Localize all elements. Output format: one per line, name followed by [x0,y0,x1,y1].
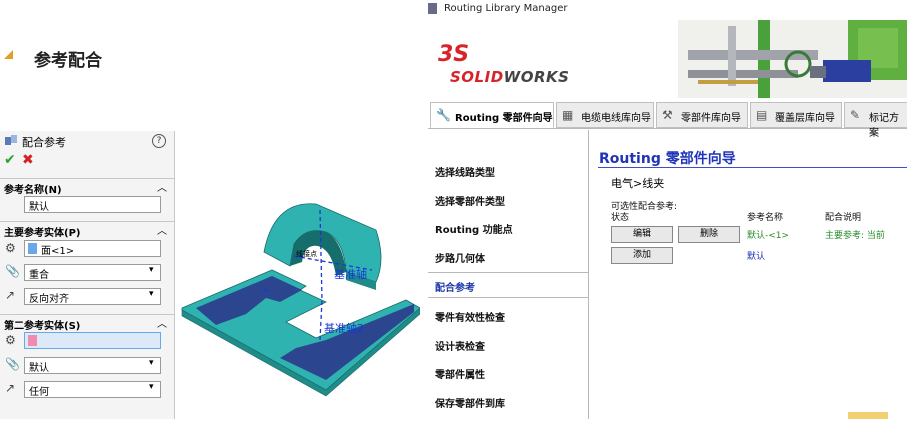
primary-mate-type-select[interactable]: 重合 ▾ [24,264,161,281]
reference-name-field[interactable]: 默认 [24,196,161,213]
solidworks-logo-icon: 3S [438,42,470,67]
primary-alignment-select[interactable]: 反向对齐 ▾ [24,288,161,305]
window-title: Routing Library Manager [444,3,568,14]
tab-label: 覆盖层库向导 [775,113,835,124]
alignment-arrow-icon: ↗ [5,381,16,395]
wrench-icon: 🔧 [436,108,451,122]
section-primary-entity[interactable]: 主要参考实体(P) ︿ [0,221,174,239]
header-banner [428,20,907,98]
column-reference-name: 参考名称 [747,213,784,223]
column-status: 状态 [611,213,630,223]
primary-entity-field[interactable]: 面<1> [24,240,161,257]
step-divider [428,297,588,298]
cable-icon: ▦ [562,108,574,122]
app-icon [428,3,437,14]
secondary-alignment-value: 任何 [29,387,49,398]
paperclip-icon: 📎 [5,357,20,371]
step-component-attributes[interactable]: 零部件属性 [435,366,485,381]
logo-text-works: WORKS [503,68,570,86]
step-routing-points[interactable]: Routing 功能点 [435,221,513,236]
slide-decoration [848,412,888,419]
wizard-tab-bar: 🔧 Routing 零部件向导 ▦ 电缆电线库向导 ⚒ 零部件库向导 ▤ 覆盖层… [428,100,907,139]
section-label: 主要参考实体(P) [4,228,81,239]
entity-select-icon: ⚙ [5,241,16,255]
secondary-color-swatch [28,335,37,346]
edit-button[interactable]: 编辑 [611,226,673,243]
step-select-component-type[interactable]: 选择零部件类型 [435,193,505,208]
clip-model-icon: + [181,203,421,397]
section-label: 第二参考实体(S) [4,321,81,332]
wizard-title: Routing 零部件向导 [599,151,736,167]
breadcrumb: 电气>线夹 [611,177,665,190]
wizard-step-list: 选择线路类型 选择零部件类型 Routing 功能点 步路几何体 配合参考 零件… [428,130,589,419]
svg-text:+: + [262,286,270,296]
section-reference-name[interactable]: 参考名称(N) ︿ [0,178,174,196]
secondary-entity-field[interactable] [24,332,161,349]
step-mate-references[interactable]: 配合参考 [435,279,475,294]
wire-point-label: 线接点 [296,250,317,258]
tab-label: 标记方案 [869,113,899,139]
slide-bullet-icon [4,50,13,59]
delete-button[interactable]: 删除 [678,226,740,243]
label-icon: ✎ [850,108,861,122]
column-mate-description: 配合说明 [825,213,862,223]
step-route-geometry[interactable]: 步路几何体 [435,250,485,265]
panel-header: 配合参考 ? [0,131,174,151]
reference-row-description: 主要参考: 当前 [825,231,885,241]
chevron-up-icon[interactable]: ︿ [157,179,167,194]
step-part-validity-check[interactable]: 零件有效性检查 [435,309,505,324]
datum-axis-2-label: 基准轴2 [324,322,364,335]
tab-routing-component-wizard[interactable]: 🔧 Routing 零部件向导 [430,102,554,128]
title-underline [598,167,907,168]
entity-select-icon: ⚙ [5,333,16,347]
plant-piping-image [428,20,907,98]
model-viewport[interactable]: + 基准轴 基准轴2 线接点 [176,190,421,419]
mate-reference-panel: 配合参考 ? ✔ ✖ 参考名称(N) ︿ 默认 主要参考实体(P) ︿ ⚙ 面<… [0,131,175,419]
section-label: 参考名称(N) [4,185,62,196]
slide-title: 参考配合 [34,51,102,71]
tab-label: 电缆电线库向导 [581,113,651,124]
alignment-arrow-icon: ↗ [5,288,16,302]
logo-text-solid: SOLID [450,68,504,86]
tab-label: 零部件库向导 [681,113,741,124]
reference-name-value: 默认 [29,202,49,213]
help-icon[interactable]: ? [152,134,166,148]
datum-axis-label: 基准轴 [334,268,367,281]
chevron-up-icon[interactable]: ︿ [157,315,167,330]
component-icon: ⚒ [662,108,673,122]
tab-covering-library[interactable]: ▤ 覆盖层库向导 [750,102,842,128]
step-select-route-type[interactable]: 选择线路类型 [435,164,495,179]
tab-label: Routing 零部件向导 [455,113,553,124]
default-reference-link[interactable]: 默认 [747,249,765,262]
tab-labeling-scheme[interactable]: ✎ 标记方案 [844,102,907,139]
chevron-down-icon: ▾ [149,358,154,368]
chevron-down-icon: ▾ [149,382,154,392]
primary-mate-type-value: 重合 [29,270,49,281]
ok-button[interactable]: ✔ [4,152,16,168]
covering-icon: ▤ [756,108,768,122]
mate-reference-icon [5,135,17,145]
primary-color-swatch [28,243,37,254]
reference-row-name[interactable]: 默认-<1> [747,228,789,241]
primary-entity-value: 面<1> [41,246,75,257]
add-button[interactable]: 添加 [611,247,673,264]
tab-cable-wire-library[interactable]: ▦ 电缆电线库向导 [556,102,654,128]
cancel-button[interactable]: ✖ [22,152,34,168]
tab-component-library[interactable]: ⚒ 零部件库向导 [656,102,748,128]
panel-title: 配合参考 [22,136,66,149]
secondary-mate-type-select[interactable]: 默认 ▾ [24,357,161,374]
step-save-to-library[interactable]: 保存零部件到库 [435,395,505,410]
chevron-down-icon: ▾ [149,289,154,299]
section-secondary-entity[interactable]: 第二参考实体(S) ︿ [0,314,174,332]
step-divider [428,272,588,273]
secondary-mate-type-value: 默认 [29,363,49,374]
secondary-alignment-select[interactable]: 任何 ▾ [24,381,161,398]
step-design-table-check[interactable]: 设计表检查 [435,338,485,353]
chevron-down-icon: ▾ [149,265,154,275]
paperclip-icon: 📎 [5,264,20,278]
primary-alignment-value: 反向对齐 [29,294,69,305]
chevron-up-icon[interactable]: ︿ [157,222,167,237]
solidworks-logo-text: SOLIDWORKS [450,68,569,86]
